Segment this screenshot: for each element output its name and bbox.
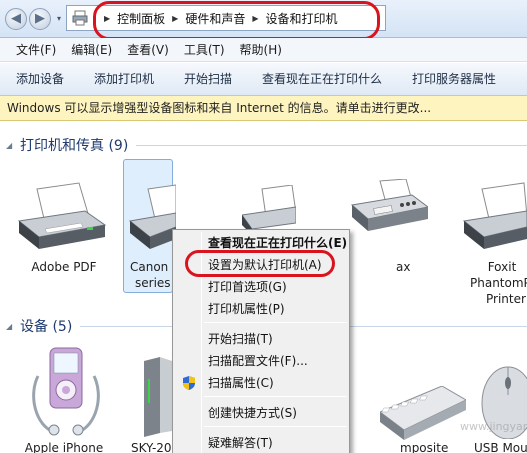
menu-scan-properties-label: 扫描属性(C) xyxy=(208,376,274,390)
uac-shield-icon xyxy=(183,376,195,390)
devices-and-printers-window: ◀ ▶ ▾ ▶ 控制面板 ▶ 硬件和声音 ▶ 设备和打印机 文件(F) 编辑(E… xyxy=(0,0,527,453)
fax-machine-icon[interactable] xyxy=(350,179,428,237)
menu-bar: 文件(F) 编辑(E) 查看(V) 工具(T) 帮助(H) xyxy=(0,38,527,62)
printer-icon[interactable] xyxy=(128,181,176,251)
printer-icon[interactable] xyxy=(242,185,296,235)
menu-separator xyxy=(204,426,347,427)
menu-create-shortcut[interactable]: 创建快捷方式(S) xyxy=(175,402,347,424)
printers-group-header[interactable]: ◢ 打印机和传真 (9) xyxy=(0,135,527,155)
start-scan-button[interactable]: 开始扫描 xyxy=(184,63,232,96)
print-server-properties-button[interactable]: 打印服务器属性 xyxy=(412,63,496,96)
add-device-button[interactable]: 添加设备 xyxy=(16,63,64,96)
printer-icon[interactable] xyxy=(460,181,527,251)
red-annotation-oval xyxy=(185,250,335,277)
keyboard-icon[interactable] xyxy=(380,386,466,440)
command-bar: 添加设备 添加打印机 开始扫描 查看现在正在打印什么 打印服务器属性 xyxy=(0,63,527,96)
menu-scan-profiles[interactable]: 扫描配置文件(F)... xyxy=(175,350,347,372)
menu-view[interactable]: 查看(V) xyxy=(127,41,169,58)
printer-label-canon-series: series xyxy=(135,276,171,290)
see-whats-printing-button[interactable]: 查看现在正在打印什么 xyxy=(262,63,382,96)
collapse-triangle-icon[interactable]: ◢ xyxy=(6,141,14,150)
back-arrow-icon[interactable]: ◀ xyxy=(5,8,27,30)
menu-file[interactable]: 文件(F) xyxy=(16,41,56,58)
computer-tower-icon[interactable] xyxy=(138,357,172,437)
menu-help[interactable]: 帮助(H) xyxy=(240,41,282,58)
printer-label-foxit-phantom: PhantomP xyxy=(470,276,527,290)
menu-edit[interactable]: 编辑(E) xyxy=(71,41,112,58)
printers-group-title: 打印机和传真 (9) xyxy=(20,138,129,154)
collapse-triangle-icon[interactable]: ◢ xyxy=(6,322,14,331)
menu-tools[interactable]: 工具(T) xyxy=(184,41,225,58)
recent-pages-chevron-down-icon[interactable]: ▾ xyxy=(54,14,64,24)
info-bar[interactable]: Windows 可以显示增强型设备图标和来自 Internet 的信息。请单击进… xyxy=(0,96,527,121)
ipod-device-icon[interactable] xyxy=(30,346,102,436)
device-label-usb-mouse: USB Mou xyxy=(474,441,527,453)
device-label-composite: mposite xyxy=(400,441,449,453)
menu-troubleshoot[interactable]: 疑难解答(T) xyxy=(175,432,347,453)
menu-printing-preferences[interactable]: 打印首选项(G) xyxy=(175,276,347,298)
menu-start-scan[interactable]: 开始扫描(T) xyxy=(175,328,347,350)
printer-label-foxit-printer: Printer xyxy=(486,292,526,306)
printer-label-canon: Canon xyxy=(130,260,169,274)
red-annotation-oval xyxy=(93,1,380,40)
address-bar-area: ◀ ▶ ▾ ▶ 控制面板 ▶ 硬件和声音 ▶ 设备和打印机 xyxy=(0,0,527,40)
printer-icon[interactable] xyxy=(15,181,109,251)
group-divider xyxy=(136,144,527,146)
device-label-sky: SKY-20 xyxy=(131,441,172,453)
menu-printer-properties[interactable]: 打印机属性(P) xyxy=(175,298,347,320)
printer-folder-icon xyxy=(72,10,88,26)
menu-separator xyxy=(204,396,347,397)
printer-label-fax: ax xyxy=(396,260,411,274)
devices-group-title: 设备 (5) xyxy=(20,319,73,335)
forward-arrow-icon[interactable]: ▶ xyxy=(29,8,51,30)
device-label-apple-iphone: Apple iPhone xyxy=(24,441,104,453)
watermark-text: www.jingyanlib.com xyxy=(460,420,527,433)
printer-label-adobe-pdf: Adobe PDF xyxy=(31,260,97,274)
menu-separator xyxy=(204,322,347,323)
menu-scan-properties[interactable]: 扫描属性(C) xyxy=(175,372,347,394)
add-printer-button[interactable]: 添加打印机 xyxy=(94,63,154,96)
printer-label-foxit: Foxit xyxy=(487,260,517,274)
